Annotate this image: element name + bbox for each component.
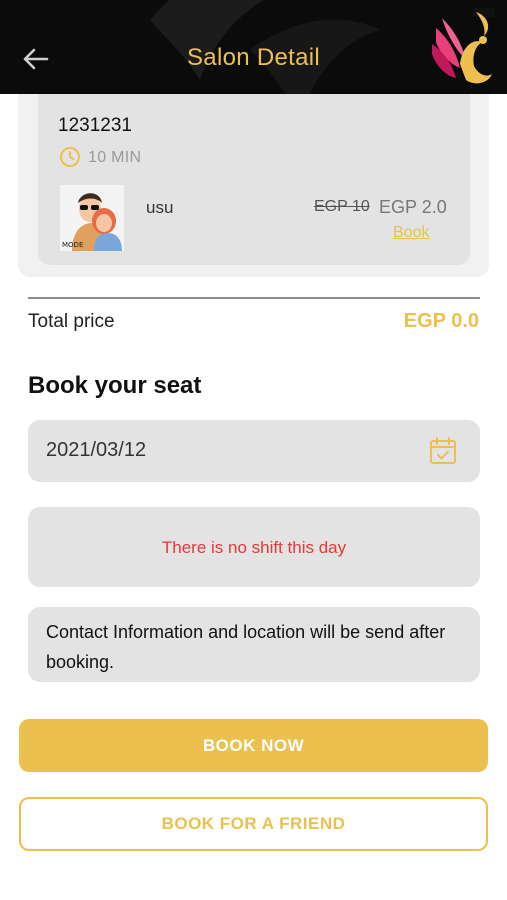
divider: [28, 297, 480, 299]
total-price-value: EGP 0.0: [403, 310, 479, 332]
calendar-check-icon[interactable]: [428, 436, 458, 466]
date-picker-field[interactable]: 2021/03/12: [28, 420, 480, 482]
book-service-link[interactable]: Book: [393, 224, 429, 242]
avatar-caption: MODE: [62, 241, 83, 249]
no-shift-message: There is no shift this day: [161, 538, 347, 557]
total-price-label: Total price: [28, 311, 115, 332]
book-now-button[interactable]: BOOK NOW: [19, 719, 488, 772]
staff-avatar: MODE: [60, 185, 124, 251]
original-price: EGP 10: [314, 198, 370, 215]
app-header: Salon Detail: [0, 0, 507, 94]
staff-name: usu: [146, 198, 174, 217]
book-for-friend-button[interactable]: BOOK FOR A FRIEND: [19, 797, 488, 851]
service-name: 1231231: [58, 115, 132, 136]
clock-icon: [60, 147, 80, 167]
selected-date: 2021/03/12: [46, 439, 147, 461]
service-duration: 10 MIN: [88, 149, 142, 166]
booking-info-message: Contact Information and location will be…: [46, 622, 446, 672]
discounted-price: EGP 2.0: [379, 197, 447, 217]
phoenix-logo: [432, 12, 492, 84]
no-shift-notice: There is no shift this day: [28, 507, 480, 587]
booking-info-notice: Contact Information and location will be…: [28, 607, 480, 682]
book-seat-heading: Book your seat: [28, 372, 202, 399]
